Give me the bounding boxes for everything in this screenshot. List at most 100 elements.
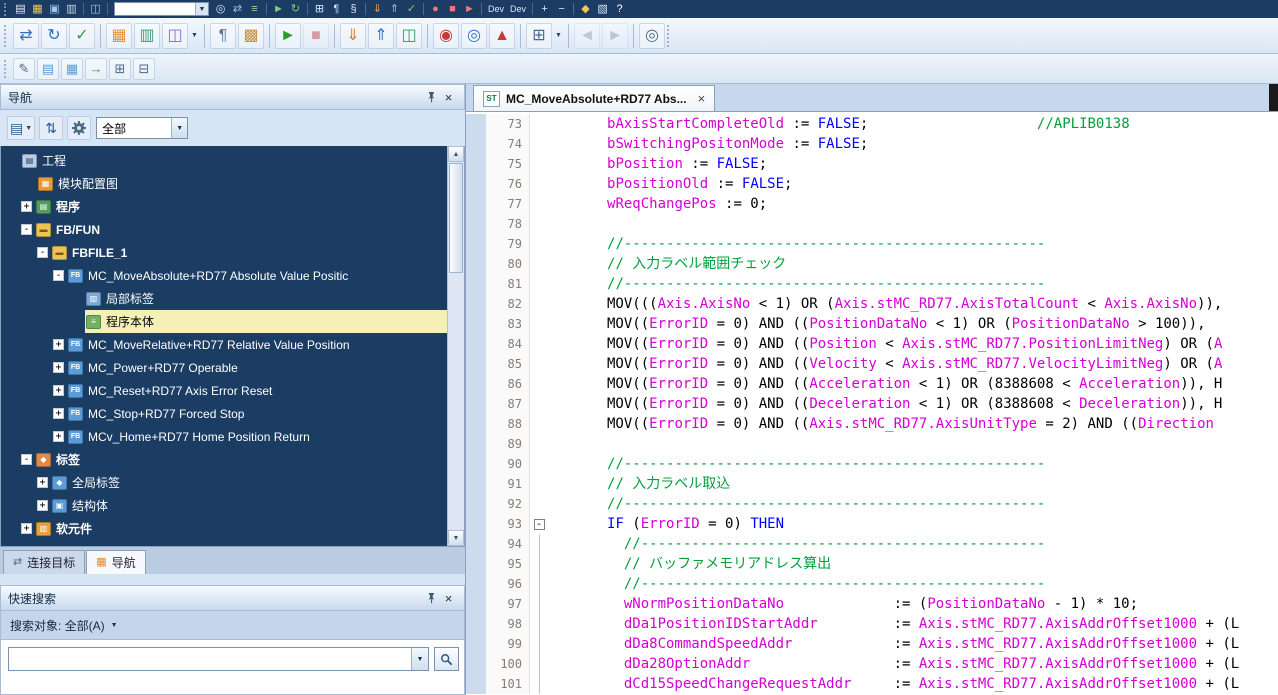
tree-item-local-label[interactable]: ▥局部标签: [1, 287, 447, 310]
step-run-icon[interactable]: ►: [461, 1, 478, 17]
undo-icon[interactable]: ◄: [574, 23, 600, 49]
new-st-icon[interactable]: ▥: [134, 23, 160, 49]
code-line[interactable]: 87 MOV((ErrorID = 0) AND ((Deceleration …: [466, 394, 1278, 414]
tree-item-label-section[interactable]: -◆标签: [1, 448, 447, 471]
device-display-2-button[interactable]: Dev: [507, 4, 529, 14]
print-icon[interactable]: ▥: [63, 1, 80, 17]
toolbar-grip-icon[interactable]: [4, 25, 8, 47]
read-plc-icon[interactable]: ⇑: [368, 23, 394, 49]
chevron-down-icon[interactable]: ▼: [553, 23, 564, 49]
tree-item-program[interactable]: +▤程序: [1, 195, 447, 218]
scrollbar-thumb[interactable]: [449, 163, 463, 273]
bookmark-icon[interactable]: ◆: [577, 1, 594, 17]
tree-item-mc-moverelative[interactable]: +FBMC_MoveRelative+RD77 Relative Value P…: [1, 333, 447, 356]
code-area[interactable]: 73 bAxisStartCompleteOld := FALSE; //APL…: [466, 112, 1278, 695]
tree-item-mcv-home[interactable]: +FBMCv_Home+RD77 Home Position Return: [1, 425, 447, 448]
tree-item-fbfile-1[interactable]: -▬FBFILE_1: [1, 241, 447, 264]
jump-icon[interactable]: →: [85, 58, 107, 80]
code-line[interactable]: 99 dDa8CommandSpeedAddr := Axis.stMC_RD7…: [466, 634, 1278, 654]
device-comment-icon[interactable]: ¶: [210, 23, 236, 49]
online-change-icon[interactable]: ↻: [41, 23, 67, 49]
code-line[interactable]: 92 //-----------------------------------…: [466, 494, 1278, 514]
window-cascade-icon[interactable]: ▧: [594, 1, 611, 17]
code-line[interactable]: 82 MOV(((Axis.AxisNo < 1) OR (Axis.stMC_…: [466, 294, 1278, 314]
tab-navigation[interactable]: ▦导航: [86, 550, 145, 574]
device-test-icon[interactable]: ▲: [489, 23, 515, 49]
tab-close-icon[interactable]: ×: [698, 91, 706, 106]
code-line[interactable]: 86 MOV((ErrorID = 0) AND ((Acceleration …: [466, 374, 1278, 394]
program-check-icon[interactable]: ✓: [69, 23, 95, 49]
tree-item-device[interactable]: +▥软元件: [1, 517, 447, 540]
outline-expand-icon[interactable]: ⊞: [109, 58, 131, 80]
open-project-icon[interactable]: ▦: [29, 1, 46, 17]
tree-sort-icon[interactable]: ⇅: [39, 116, 63, 140]
outline-collapse-icon[interactable]: ⊟: [133, 58, 155, 80]
expand-icon[interactable]: +: [53, 431, 64, 442]
collapse-icon[interactable]: -: [37, 247, 48, 258]
display-template-icon[interactable]: ▦: [61, 58, 83, 80]
expand-icon[interactable]: +: [21, 201, 32, 212]
screen-capture-icon[interactable]: ◫: [87, 1, 104, 17]
code-line[interactable]: 93- IF (ErrorID = 0) THEN: [466, 514, 1278, 534]
tree-item-structure[interactable]: +▣结构体: [1, 494, 447, 517]
tree-item-project[interactable]: ▤工程: [1, 149, 447, 172]
code-line[interactable]: 73 bAxisStartCompleteOld := FALSE; //APL…: [466, 114, 1278, 134]
parameter-icon[interactable]: ▩: [238, 23, 264, 49]
code-line[interactable]: 91 // 入力ラベル取込: [466, 474, 1278, 494]
rebuild-all-icon[interactable]: ↻: [287, 1, 304, 17]
chevron-down-icon[interactable]: ▼: [171, 118, 187, 138]
chevron-down-icon[interactable]: ▼: [195, 3, 208, 15]
quick-search-input[interactable]: ▼: [8, 647, 429, 671]
chevron-down-icon[interactable]: ▼: [411, 648, 428, 670]
monitor-mode-icon[interactable]: ◉: [433, 23, 459, 49]
tab-connection-destination[interactable]: ⇄连接目标: [3, 550, 85, 574]
scrollbar-track[interactable]: [448, 274, 464, 530]
collapse-icon[interactable]: -: [21, 224, 32, 235]
new-ladder-icon[interactable]: ▦: [106, 23, 132, 49]
pin-icon[interactable]: [423, 590, 440, 607]
editor-tab[interactable]: ST MC_MoveAbsolute+RD77 Abs... ×: [473, 85, 715, 111]
insert-row-icon[interactable]: ▤: [37, 58, 59, 80]
collapse-icon[interactable]: -: [21, 454, 32, 465]
code-line[interactable]: 90 //-----------------------------------…: [466, 454, 1278, 474]
code-line[interactable]: 94 //-----------------------------------…: [466, 534, 1278, 554]
find-replace-icon[interactable]: ◎: [639, 23, 665, 49]
tree-item-mc-power[interactable]: +FBMC_Power+RD77 Operable: [1, 356, 447, 379]
find-icon[interactable]: ◎: [212, 1, 229, 17]
code-line[interactable]: 77 wReqChangePos := 0;: [466, 194, 1278, 214]
fold-collapse-icon[interactable]: -: [534, 519, 545, 530]
device-list-icon[interactable]: ≡: [246, 1, 263, 17]
project-convert-icon[interactable]: ⇄: [13, 23, 39, 49]
expand-icon[interactable]: +: [53, 408, 64, 419]
quick-find-combo[interactable]: ▼: [114, 2, 209, 16]
ladder-display-icon[interactable]: ⊞: [311, 1, 328, 17]
tree-item-fb-fun[interactable]: -▬FB/FUN: [1, 218, 447, 241]
monitor-stop-icon[interactable]: ■: [444, 1, 461, 17]
chevron-down-icon[interactable]: ▼: [25, 125, 32, 132]
tree-item-program-body[interactable]: ≡程序本体: [1, 310, 447, 333]
st-edit-mode-icon[interactable]: ✎: [13, 58, 35, 80]
code-line[interactable]: 85 MOV((ErrorID = 0) AND ((Velocity < Ax…: [466, 354, 1278, 374]
toolbar-grip-icon[interactable]: [4, 3, 8, 16]
code-line[interactable]: 74 bSwitchingPositonMode := FALSE;: [466, 134, 1278, 154]
code-line[interactable]: 95 // バッファメモリアドレス算出: [466, 554, 1278, 574]
expand-icon[interactable]: +: [53, 339, 64, 350]
tree-item-mc-stop[interactable]: +FBMC_Stop+RD77 Forced Stop: [1, 402, 447, 425]
code-line[interactable]: 101 dCd15SpeedChangeRequestAddr := Axis.…: [466, 674, 1278, 694]
write-plc-icon[interactable]: ⇓: [340, 23, 366, 49]
docking-window-icon[interactable]: ⊞: [526, 23, 552, 49]
zoom-in-icon[interactable]: +: [536, 1, 553, 17]
expand-icon[interactable]: +: [37, 477, 48, 488]
expand-icon[interactable]: +: [53, 362, 64, 373]
convert-icon[interactable]: ►: [270, 1, 287, 17]
verify-with-plc-icon[interactable]: ✓: [403, 1, 420, 17]
cross-reference-icon[interactable]: ⇄: [229, 1, 246, 17]
watch-window-icon[interactable]: ◎: [461, 23, 487, 49]
close-icon[interactable]: ×: [440, 89, 457, 106]
toolbar-grip-icon[interactable]: [4, 60, 8, 78]
code-line[interactable]: 84 MOV((ErrorID = 0) AND ((Position < Ax…: [466, 334, 1278, 354]
code-line[interactable]: 98 dDa1PositionIDStartAddr := Axis.stMC_…: [466, 614, 1278, 634]
search-target-row[interactable]: 搜索对象: 全部(A) ▼: [0, 611, 465, 640]
pin-icon[interactable]: [423, 89, 440, 106]
tree-item-mc-moveabsolute[interactable]: -FBMC_MoveAbsolute+RD77 Absolute Value P…: [1, 264, 447, 287]
